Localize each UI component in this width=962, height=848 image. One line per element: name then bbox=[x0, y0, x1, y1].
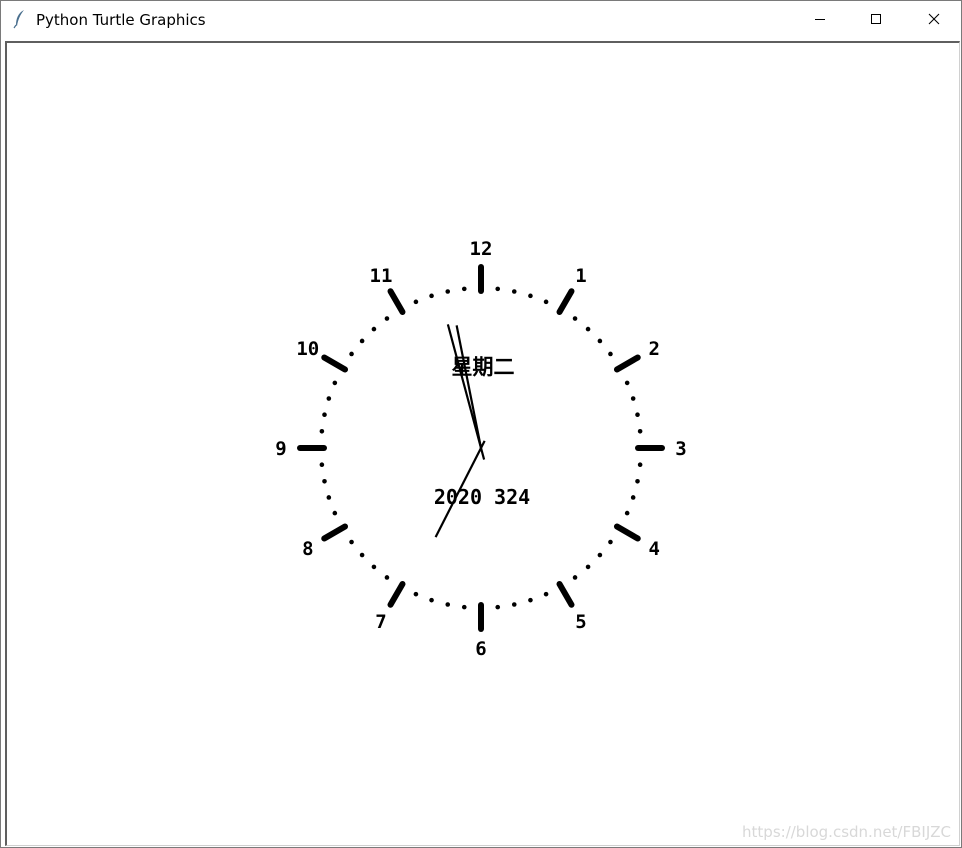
hour-label-4: 4 bbox=[648, 538, 659, 560]
minute-dot bbox=[543, 299, 549, 305]
minute-dot bbox=[461, 286, 467, 292]
minute-dot bbox=[359, 338, 365, 344]
hour-label-11: 11 bbox=[370, 265, 393, 287]
minute-dot bbox=[359, 552, 365, 558]
hour-tick bbox=[613, 523, 641, 542]
minute-dot bbox=[429, 597, 434, 603]
minimize-icon bbox=[815, 19, 825, 20]
minute-dot bbox=[322, 478, 327, 484]
minute-dot bbox=[429, 293, 434, 299]
turtle-canvas[interactable]: 12 1 2 3 4 5 6 7 8 9 10 11 星期二 2020 324 https://blo… bbox=[5, 41, 960, 846]
window-title: Python Turtle Graphics bbox=[36, 11, 206, 29]
minute-dot bbox=[572, 316, 578, 321]
minute-dot bbox=[608, 351, 613, 357]
minute-dot bbox=[445, 602, 451, 607]
minute-dot bbox=[445, 289, 451, 294]
hour-tick bbox=[556, 288, 575, 316]
hour-label-6: 6 bbox=[475, 638, 486, 660]
minute-dot bbox=[630, 495, 636, 500]
minute-dot bbox=[326, 396, 332, 401]
minute-dot bbox=[413, 299, 419, 305]
minute-dot bbox=[322, 412, 327, 418]
minute-dot bbox=[528, 597, 533, 603]
minute-dot bbox=[319, 428, 325, 434]
minute-dot bbox=[371, 326, 377, 332]
minute-dot bbox=[511, 602, 517, 607]
hour-tick bbox=[556, 580, 575, 608]
minute-dot bbox=[332, 510, 338, 516]
minute-hand bbox=[446, 324, 486, 460]
hour-tick bbox=[321, 354, 349, 373]
feather-icon bbox=[12, 9, 28, 29]
hour-tick bbox=[613, 354, 641, 373]
hour-label-3: 3 bbox=[675, 438, 686, 460]
hour-tick bbox=[387, 580, 406, 608]
minute-dot bbox=[630, 396, 636, 401]
minute-dot bbox=[384, 575, 390, 580]
minute-dot bbox=[624, 380, 630, 386]
minute-dot bbox=[585, 564, 591, 570]
minute-dot bbox=[635, 412, 640, 418]
minute-dot bbox=[349, 351, 354, 357]
turtle-window: Python Turtle Graphics 12 1 2 3 4 5 6 7 8 9 10 11 星… bbox=[0, 0, 962, 848]
minute-dot bbox=[572, 575, 578, 580]
hour-hand bbox=[455, 325, 483, 449]
minute-dot bbox=[495, 286, 501, 292]
minute-dot bbox=[413, 591, 419, 597]
hour-label-10: 10 bbox=[296, 338, 319, 360]
minute-dot bbox=[585, 326, 591, 332]
minute-dot bbox=[637, 462, 643, 468]
hour-tick bbox=[387, 288, 406, 316]
title-bar[interactable]: Python Turtle Graphics bbox=[1, 1, 961, 38]
minute-dot bbox=[637, 428, 643, 434]
minute-dot bbox=[597, 552, 603, 558]
maximize-button[interactable] bbox=[853, 1, 899, 38]
minute-dot bbox=[495, 604, 501, 610]
minute-dot bbox=[543, 591, 549, 597]
hour-label-1: 1 bbox=[575, 265, 586, 287]
date-label: 2020 324 bbox=[434, 485, 530, 509]
hour-label-12: 12 bbox=[470, 238, 493, 260]
minute-dot bbox=[461, 604, 467, 610]
minute-dot bbox=[319, 462, 325, 468]
minute-dot bbox=[528, 293, 533, 299]
maximize-icon bbox=[871, 14, 881, 24]
hour-tick bbox=[321, 523, 349, 542]
minute-dot bbox=[608, 539, 613, 545]
minute-dot bbox=[326, 495, 332, 500]
watermark: https://blog.csdn.net/FBIJZC bbox=[742, 823, 951, 841]
clock-face: 121234567891011 星期二 2020 324 bbox=[275, 238, 686, 660]
minute-dot bbox=[371, 564, 377, 570]
minute-dot bbox=[349, 539, 354, 545]
hour-label-2: 2 bbox=[648, 338, 659, 360]
minute-dot bbox=[624, 510, 630, 516]
minute-dot bbox=[384, 316, 390, 321]
minute-dot bbox=[332, 380, 338, 386]
minute-dot bbox=[635, 478, 640, 484]
minimize-button[interactable] bbox=[797, 1, 843, 38]
minute-dot bbox=[597, 338, 603, 344]
minute-dot bbox=[511, 289, 517, 294]
hour-label-9: 9 bbox=[275, 438, 286, 460]
hour-label-8: 8 bbox=[302, 538, 313, 560]
hour-label-7: 7 bbox=[375, 611, 386, 633]
hour-label-5: 5 bbox=[575, 611, 586, 633]
close-icon bbox=[928, 13, 940, 25]
close-button[interactable] bbox=[911, 1, 957, 38]
